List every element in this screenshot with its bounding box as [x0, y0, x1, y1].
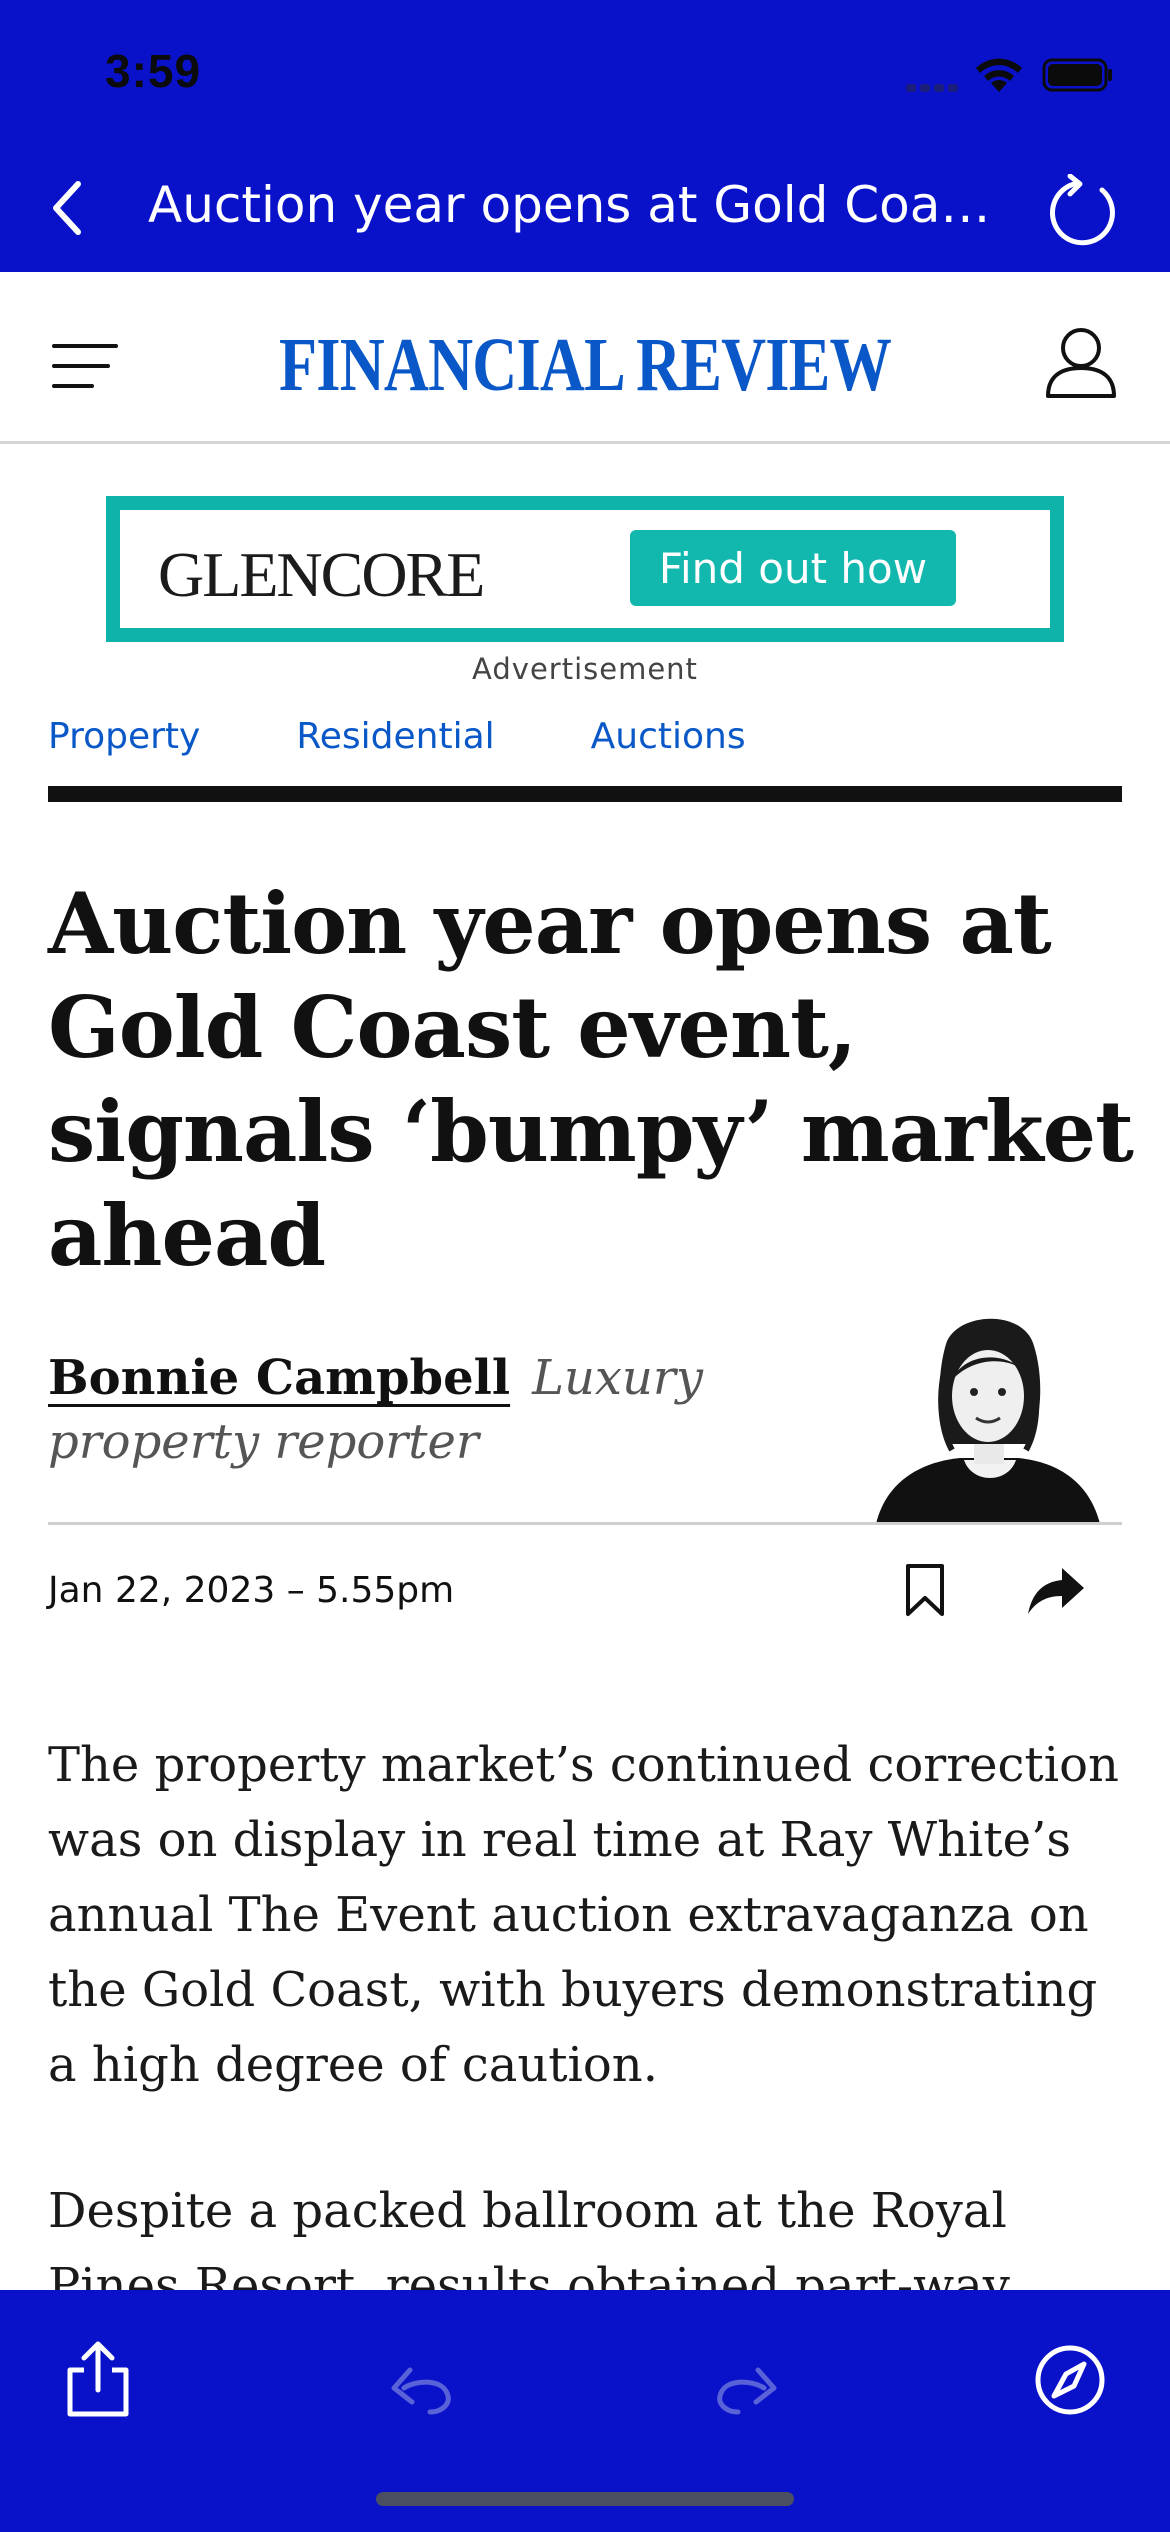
compass-icon[interactable] [1030, 2340, 1110, 2420]
undo-arrow-icon[interactable] [382, 2340, 462, 2420]
advertisement-label: Advertisement [472, 652, 698, 686]
author-name[interactable]: Bonnie Campbell [48, 1350, 510, 1406]
ad-cta-button[interactable]: Find out how [630, 530, 956, 606]
byline-divider [48, 1522, 1122, 1525]
breadcrumb-auctions[interactable]: Auctions [591, 716, 746, 766]
breadcrumb-property[interactable]: Property [48, 716, 200, 766]
wifi-icon [976, 58, 1022, 92]
bookmark-icon[interactable] [900, 1562, 950, 1618]
home-indicator[interactable] [376, 2492, 794, 2506]
publish-date: Jan 22, 2023 – 5.55pm [48, 1570, 455, 1611]
battery-icon [1042, 58, 1112, 92]
author-avatar [876, 1318, 1100, 1524]
site-header: FINANCIAL REVIEW [0, 272, 1170, 444]
redo-arrow-icon[interactable] [706, 2340, 786, 2420]
site-logo[interactable]: FINANCIAL REVIEW [105, 322, 1064, 409]
share-arrow-icon[interactable] [1026, 1564, 1086, 1618]
cellular-signal-icon [906, 80, 962, 92]
browser-page-title: Auction year opens at Gold Coast event, … [148, 176, 998, 234]
ad-logo: GLENCORE [158, 539, 485, 610]
chevron-left-icon [53, 181, 81, 235]
breadcrumb: Property Residential Auctions [48, 716, 842, 766]
browser-top-bar: 3:59 Auction year opens at Gold Coast ev… [0, 0, 1170, 272]
user-account-icon[interactable] [1044, 324, 1118, 400]
byline: Bonnie Campbell Luxury property reporter [48, 1346, 868, 1474]
browser-back-button[interactable] [40, 172, 96, 244]
status-time: 3:59 [105, 45, 202, 97]
article-headline: Auction year opens at Gold Coast event, … [48, 874, 1134, 1285]
section-divider [48, 786, 1122, 802]
advertisement-banner[interactable]: GLENCORE Find out how [106, 496, 1064, 642]
reload-icon[interactable] [1044, 174, 1122, 252]
share-icon[interactable] [58, 2340, 138, 2420]
article-paragraph: The property market’s continued correcti… [48, 1737, 1119, 2093]
breadcrumb-residential[interactable]: Residential [296, 716, 494, 766]
